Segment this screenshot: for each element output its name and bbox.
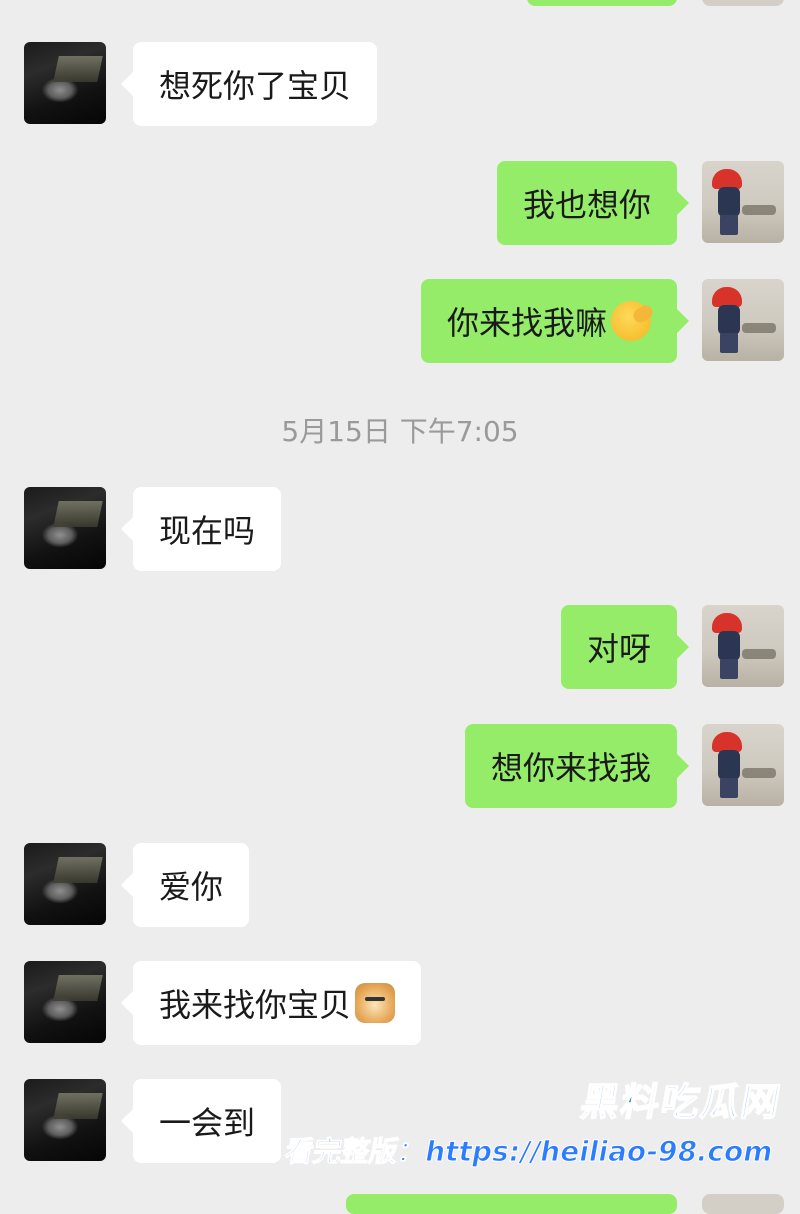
incoming-message-bubble[interactable]: 想死你了宝贝	[120, 42, 378, 126]
message-text: 我也想你	[522, 186, 651, 224]
message-text: 想死你了宝贝	[159, 67, 352, 105]
message-row: 我也想你	[0, 161, 800, 245]
doge-emoji-icon	[355, 983, 396, 1023]
incoming-message-bubble[interactable]: 一会到	[120, 1079, 282, 1163]
message-text: 对呀	[586, 630, 651, 668]
message-row: 想死你了宝贝	[0, 42, 800, 126]
message-row: 你来找我嘛	[0, 279, 800, 363]
chat-timestamp: 5月15日 下午7:05	[281, 415, 519, 448]
contact-avatar[interactable]	[24, 42, 106, 124]
outgoing-message-bubble[interactable]: 我也想你	[496, 161, 690, 245]
incoming-message-bubble[interactable]: 我来找你宝贝	[120, 961, 422, 1045]
partial-outgoing-bubble-bottom	[346, 1194, 677, 1214]
message-text: 现在吗	[159, 512, 256, 550]
partial-avatar-top	[702, 0, 784, 6]
message-row: 爱你	[0, 843, 800, 927]
my-avatar[interactable]	[702, 605, 784, 687]
my-avatar[interactable]	[702, 724, 784, 806]
message-row: 我来找你宝贝	[0, 961, 800, 1045]
message-text: 想你来找我	[490, 749, 651, 787]
message-row: 想你来找我	[0, 724, 800, 808]
message-text: 我来找你宝贝	[159, 986, 352, 1024]
message-text: 一会到	[159, 1104, 256, 1142]
partial-outgoing-bubble-top	[527, 0, 677, 6]
message-row: 现在吗	[0, 487, 800, 571]
outgoing-message-bubble[interactable]: 想你来找我	[464, 724, 690, 808]
watermark-label: 看完整版：	[282, 1135, 429, 1169]
outgoing-message-bubble[interactable]: 对呀	[560, 605, 690, 689]
message-row: 对呀	[0, 605, 800, 689]
salute-emoji-icon	[611, 301, 651, 341]
message-text: 爱你	[159, 868, 224, 906]
outgoing-message-bubble[interactable]: 你来找我嘛	[420, 279, 690, 363]
message-text: 你来找我嘛	[446, 304, 607, 342]
my-avatar[interactable]	[702, 279, 784, 361]
partial-avatar-bottom	[702, 1194, 784, 1214]
contact-avatar[interactable]	[24, 1079, 106, 1161]
watermark: 黑料吃瓜网 看完整版：https://heiliao-98.com	[282, 1071, 787, 1170]
watermark-url-line: 看完整版：https://heiliao-98.com	[282, 1130, 776, 1170]
contact-avatar[interactable]	[24, 843, 106, 925]
contact-avatar[interactable]	[24, 487, 106, 569]
contact-avatar[interactable]	[24, 961, 106, 1043]
watermark-url: https://heiliao-98.com	[422, 1135, 776, 1169]
incoming-message-bubble[interactable]: 现在吗	[120, 487, 282, 571]
incoming-message-bubble[interactable]: 爱你	[120, 843, 250, 927]
watermark-title: 黑料吃瓜网	[577, 1079, 786, 1125]
my-avatar[interactable]	[702, 161, 784, 243]
